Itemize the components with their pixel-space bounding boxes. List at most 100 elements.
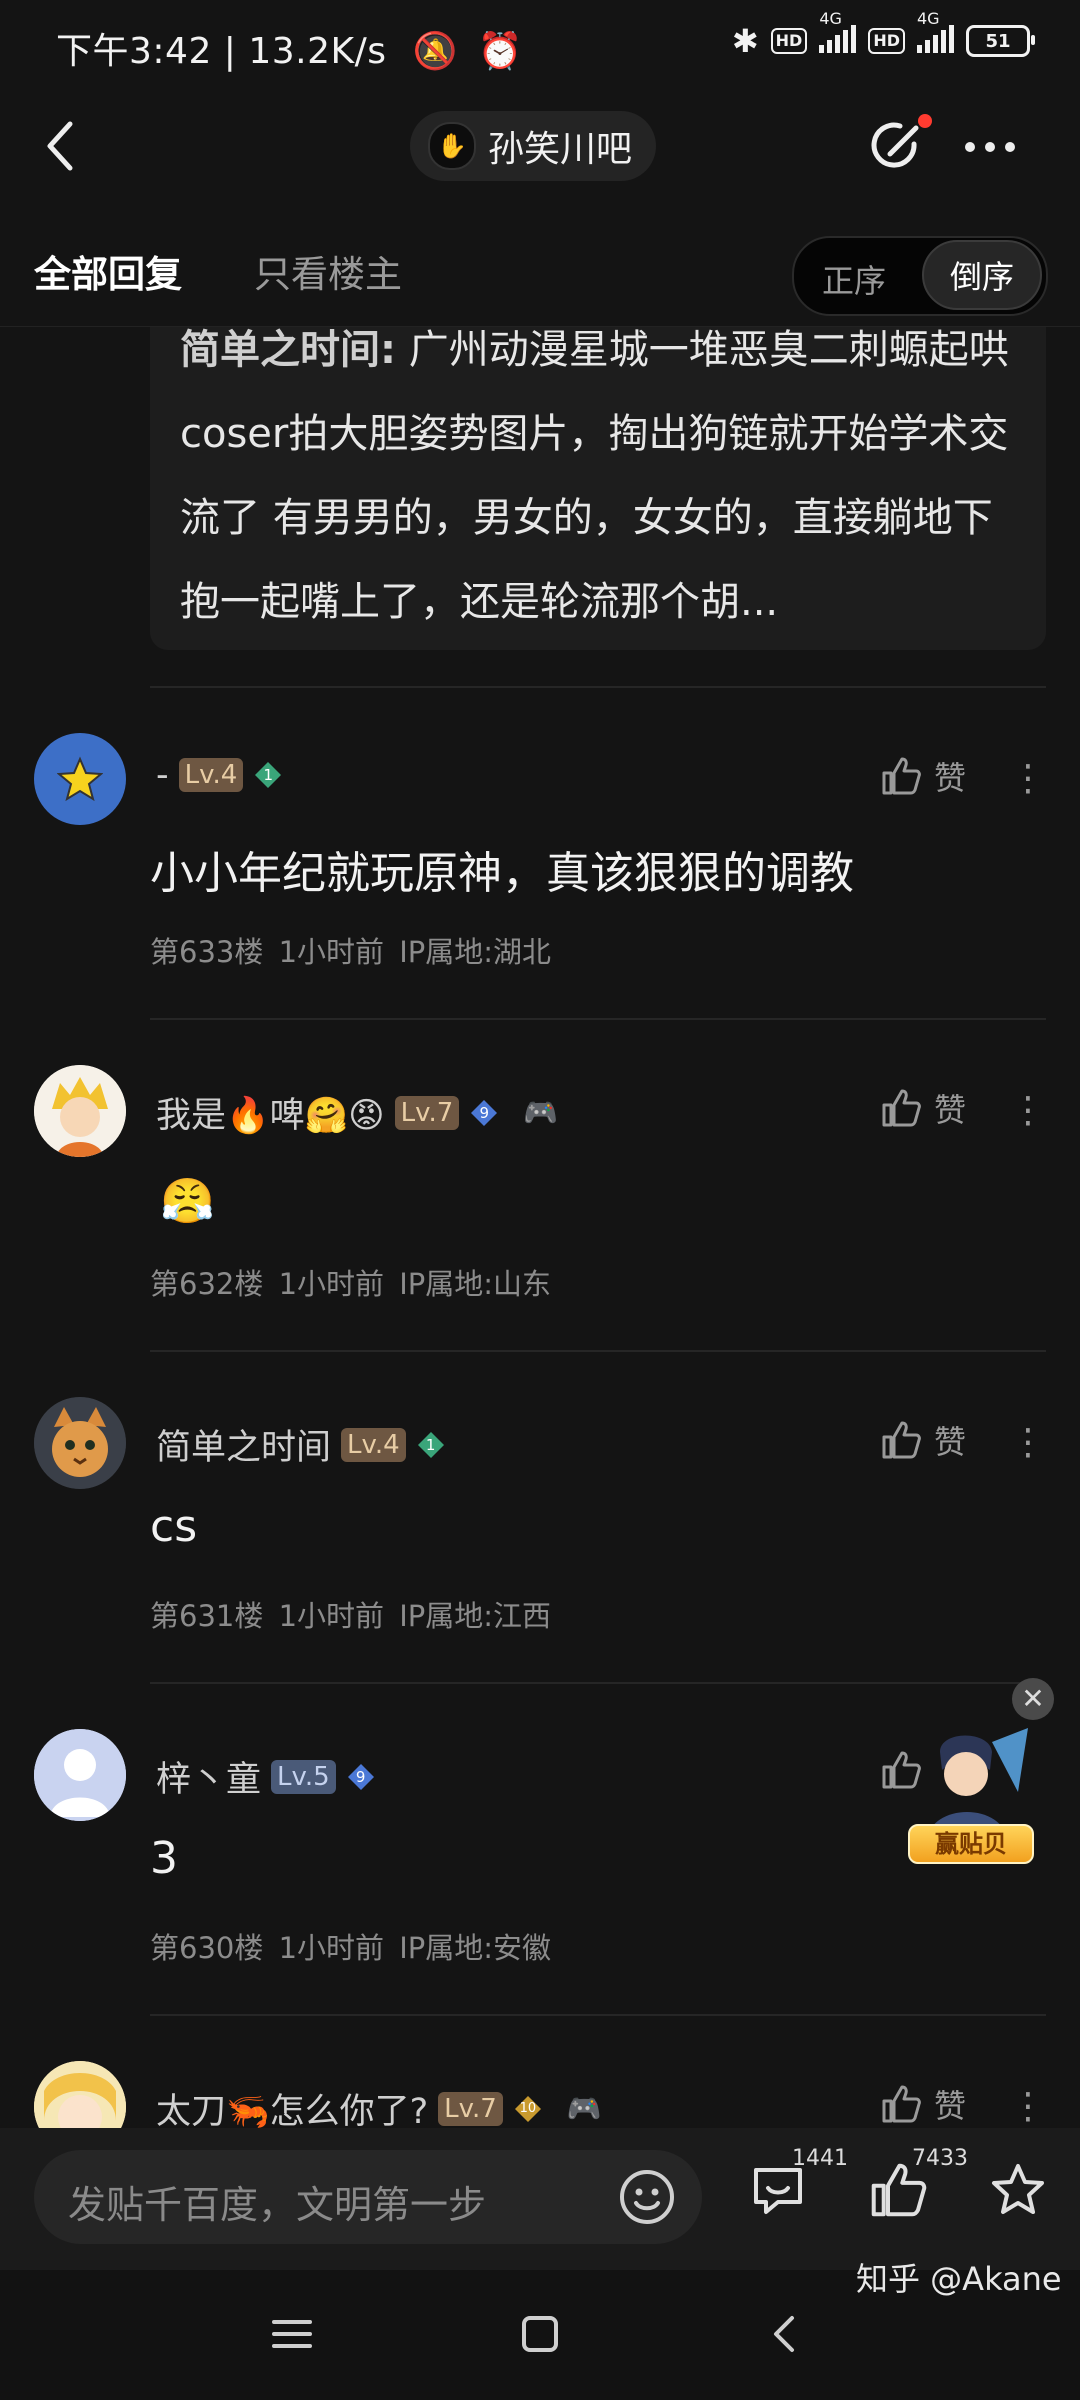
signal-icon-1: 4G [819, 9, 857, 59]
reply-filter-bar: 全部回复 只看楼主 正序 倒序 [0, 206, 1080, 327]
level-badge: Lv.5 [271, 1759, 336, 1794]
forum-name: 孙笑川吧 [488, 129, 633, 170]
avatar[interactable] [34, 1729, 126, 1821]
anime-avatar-icon [34, 1065, 126, 1157]
status-indicators: ✱ HD 4G HD 4G 51 [731, 9, 1035, 60]
user-info-row: - Lv.4 1 [156, 755, 283, 795]
like-post-button[interactable]: 7433 [868, 2146, 968, 2224]
comment-count: 1441 [792, 2146, 848, 2171]
mute-icon: 🔕 [412, 31, 458, 72]
status-bar: 下午3:42 | 13.2K/s 🔕 ⏰ ✱ HD 4G HD 4G 51 [0, 0, 1080, 96]
tab-op-only[interactable]: 只看楼主 [254, 244, 402, 298]
like-button[interactable]: 赞 [880, 1085, 966, 1131]
recent-apps-button[interactable] [272, 2314, 312, 2358]
ip-location: IP属地:山东 [399, 1267, 552, 1301]
username[interactable]: 我是🔥啤🤗😡 [156, 1087, 385, 1138]
comment-more-button[interactable]: ⋮ [1010, 1085, 1046, 1137]
level-badge: Lv.4 [341, 1427, 406, 1462]
more-options-button[interactable] [960, 122, 1030, 172]
username[interactable]: - [156, 755, 169, 795]
chevron-left-icon [47, 121, 73, 171]
floating-reward-badge[interactable]: 赢贴贝 [900, 1722, 1040, 1872]
like-button[interactable]: 赞 [880, 753, 966, 799]
avatar[interactable] [34, 1397, 126, 1489]
sort-descending[interactable]: 倒序 [922, 240, 1042, 310]
hd-badge-2: HD [868, 28, 905, 54]
like-label: 赞 [934, 2087, 967, 2125]
comment-item: 我是🔥啤🤗😡 Lv.7 9 🎮 赞 ⋮ 😤 第632楼 1小时前 IP属地:山东 [0, 1065, 1080, 1365]
like-count: 7433 [912, 2146, 968, 2171]
user-info-row: 梓丶童 Lv.5 9 [156, 1751, 376, 1802]
back-button[interactable] [36, 116, 96, 176]
network-type-2: 4G [917, 9, 940, 28]
share-button[interactable] [866, 114, 932, 178]
tab-all-replies[interactable]: 全部回复 [34, 244, 182, 298]
comment-text: 3 [150, 1833, 178, 1884]
floor-number: 第633楼 [150, 935, 264, 969]
gem-level: 1 [425, 1435, 436, 1454]
smile-icon [620, 2170, 674, 2224]
gem-badge-icon: 1 [253, 760, 283, 790]
avatar[interactable] [34, 2061, 126, 2128]
watermark: 知乎 @Akane [856, 2260, 1062, 2298]
battery-icon: 51 [966, 25, 1035, 57]
star-icon [57, 756, 103, 802]
signal-icon-2: 4G [917, 9, 954, 59]
comment-item: 简单之时间 Lv.4 1 赞 ⋮ cs 第631楼 1小时前 IP属地:江西 [0, 1397, 1080, 1697]
emoji-button[interactable] [618, 2168, 676, 2226]
gem-level: 9 [479, 1103, 490, 1122]
alarm-icon: ⏰ [477, 31, 524, 72]
divider [150, 1018, 1046, 1020]
network-type-1: 4G [819, 9, 842, 28]
divider [150, 686, 1046, 688]
post-time: 1小时前 [278, 935, 385, 969]
username[interactable]: 太刀🦐怎么你了? [156, 2083, 428, 2128]
comments-button[interactable]: 1441 [748, 2146, 848, 2224]
ip-location: IP属地:江西 [399, 1599, 552, 1633]
post-time: 1小时前 [278, 1599, 385, 1633]
thumbs-up-icon [882, 757, 921, 795]
gem-level: 10 [519, 2101, 537, 2116]
avatar[interactable] [34, 1065, 126, 1157]
avatar[interactable] [34, 733, 126, 825]
cat-avatar-icon [34, 1397, 126, 1489]
quoted-reply[interactable]: 简单之时间: 广州动漫星城一堆恶臭二刺螈起哄coser拍大胆姿势图片，掏出狗链就… [150, 300, 1046, 650]
forum-avatar: ✋ [428, 122, 476, 170]
more-dots-icon [965, 142, 1015, 152]
quoted-author: 简单之时间: [180, 327, 396, 373]
user-info-row: 太刀🦐怎么你了? Lv.7 10 🎮 [156, 2083, 602, 2128]
home-button[interactable] [520, 2314, 560, 2358]
gem-badge-icon: 10 [513, 2094, 543, 2124]
level-badge: Lv.7 [438, 2091, 503, 2126]
comment-meta: 第630楼 1小时前 IP属地:安徽 [150, 1925, 551, 1967]
game-badge-icon: 🎮 [566, 2092, 602, 2125]
reply-input[interactable]: 发贴千百度，文明第一步 [34, 2150, 702, 2244]
thumbs-up-icon [882, 1089, 921, 1127]
close-floating-badge-button[interactable]: ✕ [1012, 1678, 1054, 1720]
thumbs-up-icon [882, 2085, 921, 2123]
post-time: 1小时前 [278, 1931, 385, 1965]
like-label: 赞 [934, 759, 967, 797]
comment-more-button[interactable]: ⋮ [1010, 2081, 1046, 2128]
battery-level: 51 [985, 30, 1011, 52]
comment-meta: 第632楼 1小时前 IP属地:山东 [150, 1261, 551, 1303]
username[interactable]: 简单之时间 [156, 1419, 331, 1470]
bluetooth-icon: ✱ [731, 22, 759, 60]
reward-label: 赢贴贝 [908, 1824, 1034, 1864]
user-info-row: 简单之时间 Lv.4 1 [156, 1419, 446, 1470]
username[interactable]: 梓丶童 [156, 1751, 261, 1802]
like-button[interactable]: 赞 [880, 1417, 966, 1463]
favorite-button[interactable] [988, 2160, 1048, 2224]
comment-more-button[interactable]: ⋮ [1010, 1417, 1046, 1469]
comment-more-button[interactable]: ⋮ [1010, 753, 1046, 805]
system-back-button[interactable] [766, 2312, 802, 2360]
notification-dot [918, 114, 932, 128]
sort-ascending[interactable]: 正序 [822, 256, 886, 302]
like-label: 赞 [934, 1423, 967, 1461]
comment-text: cs [150, 1501, 198, 1552]
thumbs-up-icon [882, 1421, 921, 1459]
anime-girl-avatar-icon [34, 2061, 126, 2128]
forum-chip[interactable]: ✋ 孙笑川吧 [410, 111, 657, 181]
like-button[interactable]: 赞 [880, 2081, 966, 2127]
game-badge-icon: 🎮 [523, 1096, 559, 1129]
